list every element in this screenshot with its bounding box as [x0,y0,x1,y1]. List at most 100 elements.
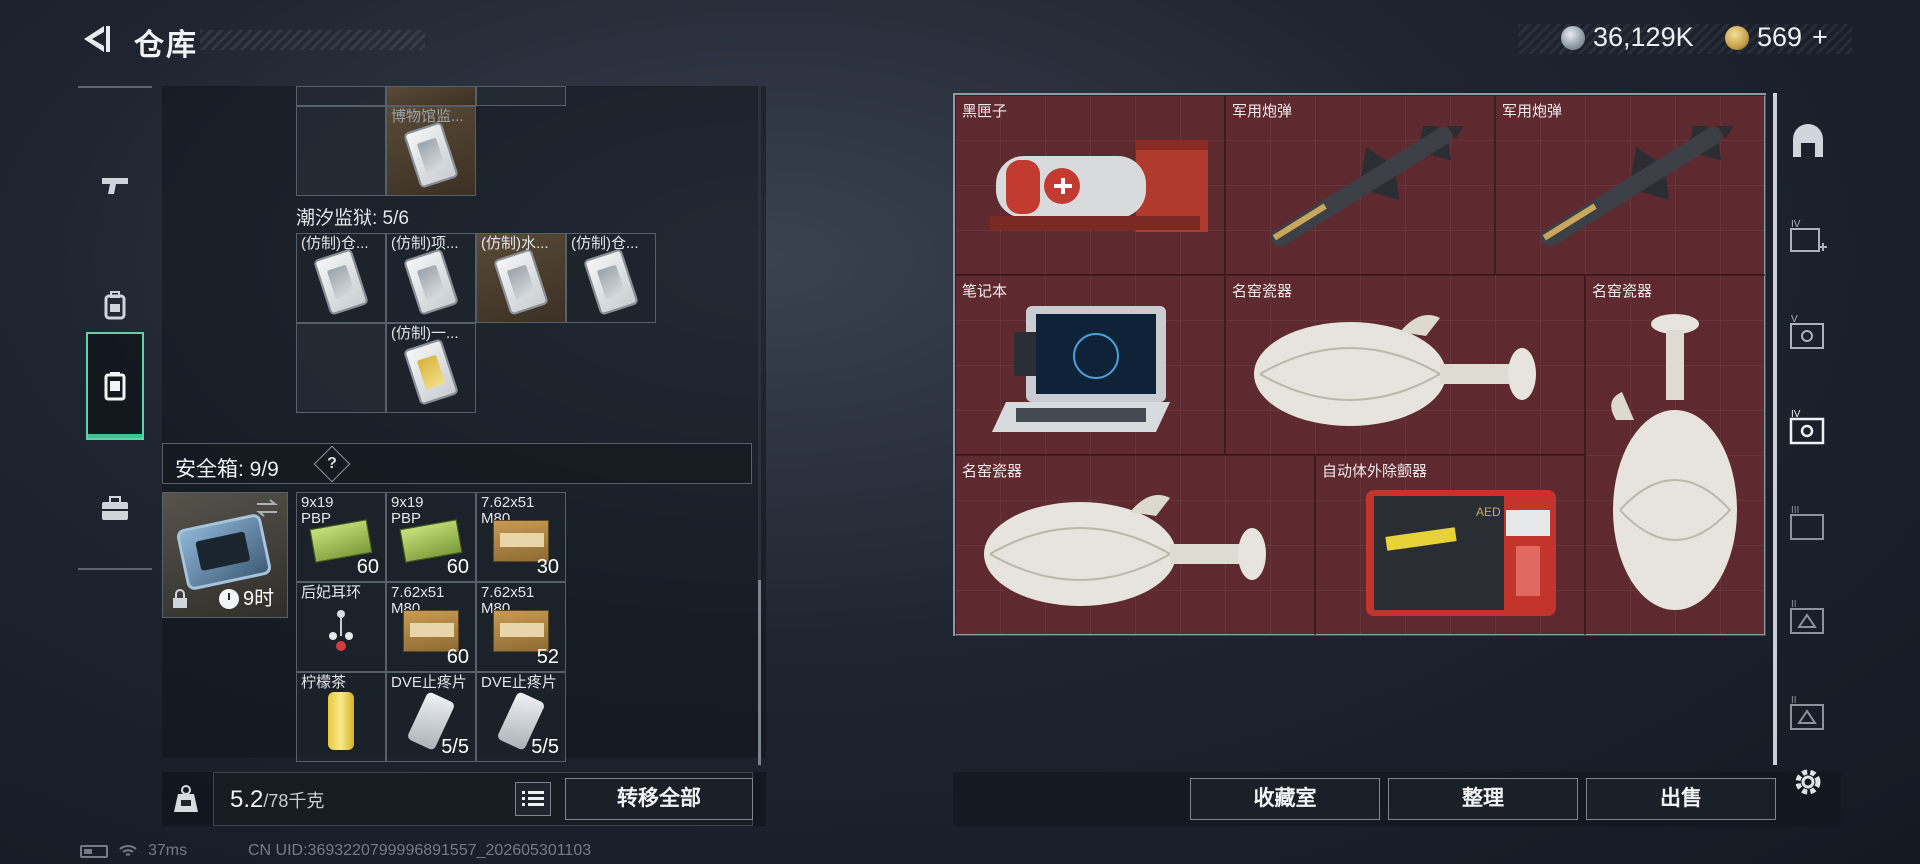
item-count: 60 [446,556,469,578]
sidebar-item-tier-ii-b[interactable]: II [1780,686,1836,742]
storage-item-laptop[interactable]: 笔记本 [955,275,1225,455]
inventory-scroll-thumb[interactable] [758,580,761,765]
document-item-image [583,248,639,317]
inventory-slot[interactable] [296,106,386,196]
storage-item-porcelain[interactable]: 名窑瓷器 [955,455,1315,636]
gear-icon[interactable] [1790,764,1826,800]
item-count: 5/5 [531,736,559,758]
safe-item-cell[interactable]: 后妃耳环 [296,582,386,672]
wifi-icon [119,845,137,856]
battery-icon [80,844,108,858]
safe-item-cell[interactable]: 7.62x51 M80 60 [386,582,476,672]
item-label: (仿制)仓... [571,235,639,252]
storage-item-porcelain[interactable]: 名窑瓷器 [1225,275,1585,455]
item-label: (仿制)水... [481,235,549,252]
tab-weapons[interactable] [78,130,152,240]
storage-item-blackbox[interactable]: 黑匣子 [955,95,1225,275]
storage-item-missile[interactable]: 军用炮弹 [1495,95,1766,275]
safe-item-cell[interactable]: DVE止疼片 5/5 [386,672,476,762]
safe-item-cell[interactable]: DVE止疼片 5/5 [476,672,566,762]
document-item-image [313,248,369,317]
item-label: 名窑瓷器 [1592,283,1653,300]
tab-briefcase[interactable] [78,454,152,564]
prison-item-cell[interactable]: (仿制)水... [476,233,566,323]
item-label: DVE止疼片 [481,674,557,691]
title-decoration [200,30,425,50]
add-currency-icon[interactable]: + [1812,22,1828,53]
back-arrow-icon[interactable] [78,22,112,56]
sidebar-item-tier-iv[interactable]: IV [1780,400,1836,456]
weight-max: /78千克 [263,791,325,811]
tab-storage[interactable] [86,332,144,440]
document-item-image [403,338,459,407]
svg-text:II: II [1791,695,1797,706]
user-uid: CN UID:3693220799996891557_202605301103 [248,842,592,859]
briefcase-icon [102,496,128,520]
sell-button[interactable]: 出售 [1586,778,1776,820]
list-view-button[interactable] [515,782,551,816]
prison-item-cell[interactable]: (仿制)仓... [296,233,386,323]
item-label: 柠檬茶 [301,674,347,691]
item-label: 名窑瓷器 [962,463,1023,480]
safe-box-case[interactable]: 9时 [162,492,288,618]
storage-item-missile[interactable]: 军用炮弹 [1225,95,1495,275]
help-icon[interactable]: ? [313,445,351,483]
sidebar-item-tier-ii[interactable]: II [1780,590,1836,646]
gold-currency[interactable]: 569 + [1725,22,1828,53]
porcelain-vase-image [1254,315,1536,426]
weight-icon [174,785,198,812]
clock-icon [219,589,239,609]
item-label: DVE止疼片 [391,674,467,691]
inventory-slot[interactable] [296,86,386,106]
sidebar-item-home[interactable] [1780,114,1836,170]
storage-item-aed[interactable]: 自动体外除颤器 AED [1315,455,1585,636]
item-label: (仿制)一... [391,325,459,342]
item-label: 黑匣子 [962,103,1008,120]
sidebar-item-tier-iv-add[interactable]: IV [1780,210,1836,266]
inventory-slot[interactable] [386,86,476,106]
page-title: 仓库 [134,29,198,62]
document-item-image [493,248,549,317]
sidebar-item-tier-v[interactable]: V [1780,305,1836,361]
inventory-slot[interactable] [476,86,566,106]
svg-text:V: V [1791,314,1798,325]
organize-button[interactable]: 整理 [1388,778,1578,820]
document-item-image [403,121,459,190]
prison-section-label: 潮汐监狱: 5/6 [296,208,409,229]
document-item-image [403,248,459,317]
safe-item-cell[interactable]: 9x19 PBP 60 [386,492,476,582]
item-label: 军用炮弹 [1232,103,1293,120]
gold-coin-icon [1725,25,1749,50]
backpack-icon [104,291,126,320]
porcelain-vase-image [1611,314,1737,610]
safe-item-cell[interactable]: 9x19 PBP 60 [296,492,386,582]
svg-text:IV: IV [1791,409,1801,420]
inventory-slot[interactable] [296,323,386,413]
pistol-icon [102,178,128,194]
gold-amount: 569 [1757,22,1803,52]
prison-item-cell[interactable]: (仿制)一... [386,323,476,413]
tier-ii-b-icon: II [1790,695,1824,730]
swap-icon[interactable] [255,499,279,517]
tier-ii-icon: II [1790,599,1824,634]
safe-item-cell[interactable]: 柠檬茶 [296,672,386,762]
prison-item-cell[interactable]: (仿制)项... [386,233,476,323]
safe-item-cell[interactable]: 7.62x51 M80 52 [476,582,566,672]
transfer-all-button[interactable]: 转移全部 [565,778,753,820]
weight-current: 5.2 [230,786,264,813]
safe-item-cell[interactable]: 7.62x51 M80 30 [476,492,566,582]
collection-room-button[interactable]: 收藏室 [1190,778,1380,820]
home-icon [1793,124,1823,157]
safe-box-header: 安全箱: 9/9 ? [162,443,752,484]
prison-item-cell[interactable]: (仿制)仓... [566,233,656,323]
weight-readout: 5.2/78千克 [230,786,324,814]
lemon-tea-image [328,692,354,751]
missile-image [1271,126,1468,246]
museum-item-cell[interactable]: 博物馆监... [386,106,476,196]
sidebar-item-tier-iii[interactable]: III [1780,496,1836,552]
storage-item-porcelain[interactable]: 名窑瓷器 [1585,275,1766,636]
svg-text:III: III [1791,505,1799,516]
storage-scrollbar[interactable] [1773,93,1777,765]
status-bar: 37ms [80,842,187,860]
list-icon [522,791,544,806]
